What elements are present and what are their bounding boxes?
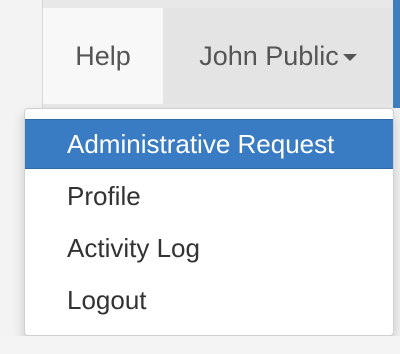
page-background-bottom bbox=[0, 336, 400, 354]
help-nav-label: Help bbox=[75, 40, 131, 71]
menu-item-label: Logout bbox=[67, 284, 147, 315]
caret-down-icon bbox=[342, 54, 357, 61]
menu-item-logout[interactable]: Logout bbox=[25, 275, 393, 325]
user-menu-toggle[interactable]: John Public bbox=[163, 8, 393, 104]
user-dropdown-menu: Administrative Request Profile Activity … bbox=[24, 108, 394, 336]
user-name-label: John Public bbox=[199, 40, 339, 71]
help-nav-link[interactable]: Help bbox=[43, 8, 163, 104]
menu-item-activity-log[interactable]: Activity Log bbox=[25, 223, 393, 273]
menu-item-label: Profile bbox=[67, 180, 141, 211]
menu-item-profile[interactable]: Profile bbox=[25, 171, 393, 221]
navbar-right-accent bbox=[393, 0, 400, 108]
menu-item-label: Administrative Request bbox=[67, 128, 335, 159]
menu-item-label: Activity Log bbox=[67, 232, 200, 263]
menu-item-administrative-request[interactable]: Administrative Request bbox=[25, 119, 393, 169]
